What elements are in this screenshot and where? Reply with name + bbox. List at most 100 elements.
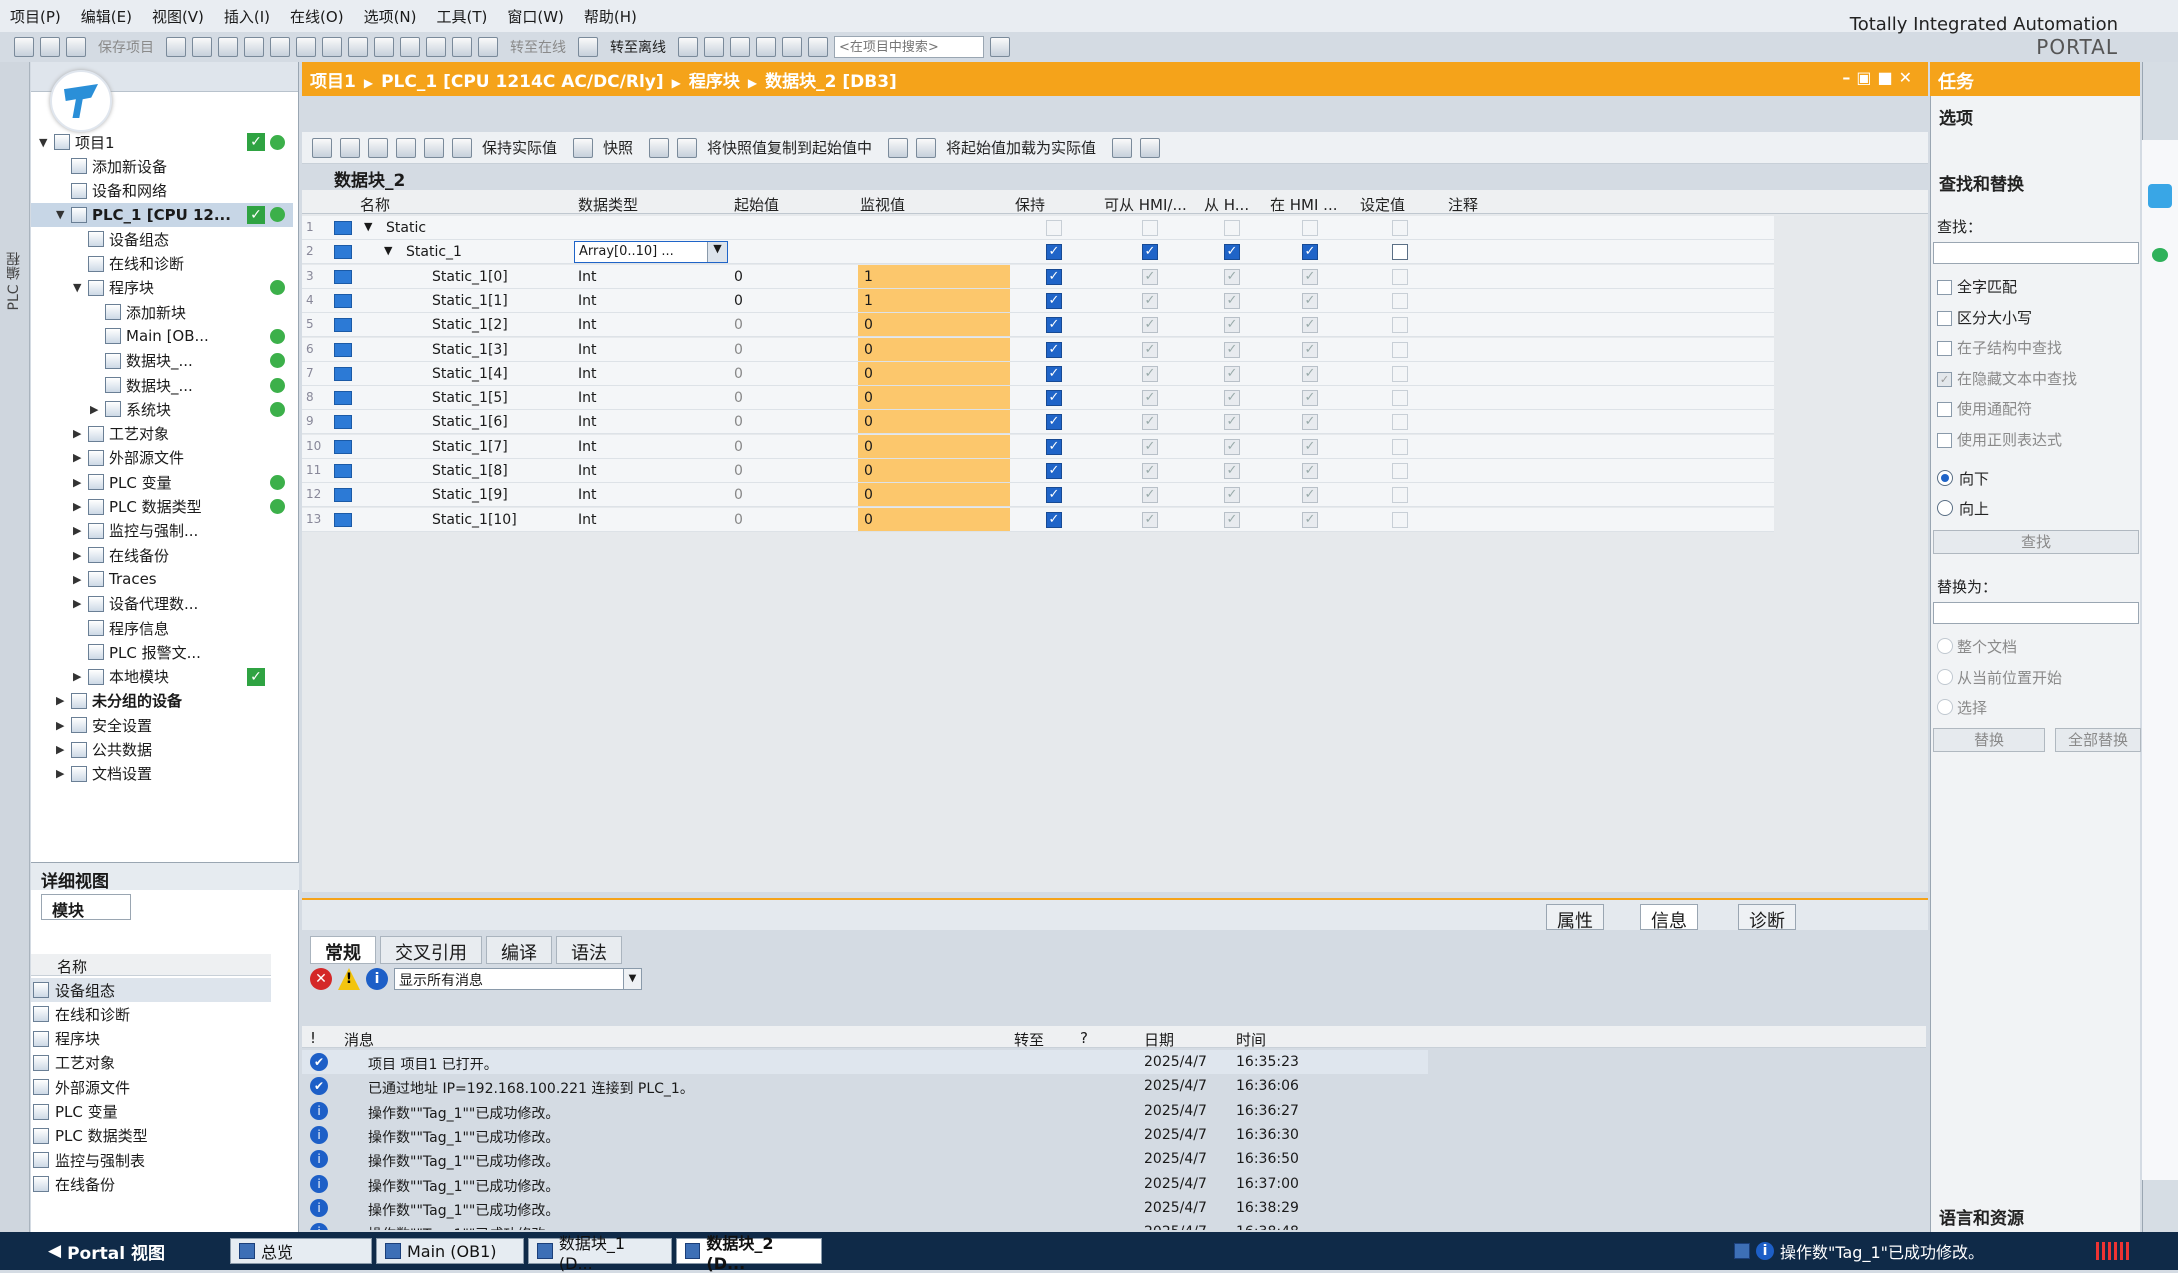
detail-col-name[interactable]: 名称	[31, 954, 271, 976]
grid-row[interactable]: 2 ▼ Static_1 ✓ ✓ ✓ ✓	[302, 240, 1774, 265]
element-name[interactable]: Static_1[6]	[432, 414, 508, 430]
project-search-input[interactable]	[834, 36, 984, 58]
element-datatype[interactable]: Int	[578, 439, 597, 455]
tree-item[interactable]: 添加新块	[31, 300, 293, 324]
go-online-icon[interactable]	[478, 37, 498, 57]
inspector-tab[interactable]: 信息	[1640, 904, 1698, 932]
find-option-checkbox[interactable]: ✓	[1937, 371, 1952, 387]
grid-checkbox[interactable]	[1392, 390, 1408, 407]
editor-tab[interactable]: Main (OB1)	[376, 1238, 524, 1264]
add-row-icon[interactable]	[340, 137, 360, 158]
element-name[interactable]: Static_1[3]	[432, 342, 508, 358]
tree-item[interactable]: ▼ PLC_1 [CPU 12... ✓	[31, 202, 293, 227]
element-datatype[interactable]: Int	[578, 366, 597, 382]
menu-item[interactable]: 插入(I)	[224, 6, 270, 27]
load-start-values-button[interactable]: 将起始值加载为实际值	[946, 137, 1096, 158]
simulation-icon[interactable]	[426, 37, 446, 57]
detail-item[interactable]: PLC 变量	[31, 1100, 118, 1124]
cross-icon[interactable]	[756, 37, 776, 57]
expander-icon[interactable]: ▶	[73, 597, 85, 610]
portal-view-button[interactable]: ◀ Portal 视图	[40, 1238, 173, 1264]
element-start-value[interactable]: 0	[734, 269, 743, 285]
plc-programming-label[interactable]: PLC 编程	[4, 252, 24, 310]
message-row[interactable]: i 操作数""Tag_1""已成功修改。 2025/4/7 16:37:00	[302, 1172, 1912, 1196]
grid-column-header[interactable]: 监视值	[860, 194, 905, 215]
grid-checkbox[interactable]: ✓	[1302, 487, 1318, 504]
element-datatype[interactable]: Int	[578, 487, 597, 503]
tree-item[interactable]: ▶ 工艺对象	[31, 422, 293, 446]
tree-item[interactable]: ▶ PLC 数据类型	[31, 495, 293, 519]
grid-checkbox[interactable]: ✓	[1224, 292, 1240, 309]
menu-item[interactable]: 帮助(H)	[584, 6, 637, 27]
find-option-checkbox[interactable]	[1937, 310, 1952, 326]
expander-icon[interactable]: ▶	[73, 476, 85, 489]
grid-checkbox[interactable]	[1392, 438, 1408, 455]
element-datatype[interactable]: Int	[578, 342, 597, 358]
element-name[interactable]: Static_1[1]	[432, 293, 508, 309]
grid-checkbox[interactable]: ✓	[1224, 365, 1240, 382]
go-offline-icon[interactable]	[578, 37, 598, 57]
tree-item[interactable]: 数据块_...	[31, 373, 293, 397]
grid-checkbox[interactable]: ✓	[1142, 244, 1158, 261]
grid-checkbox[interactable]: ✓	[1046, 292, 1062, 309]
element-name[interactable]: Static_1[9]	[432, 487, 508, 503]
grid-column-header[interactable]: 起始值	[734, 194, 779, 215]
replace-all-button[interactable]: 全部替换	[2055, 728, 2141, 752]
save-icon[interactable]	[66, 37, 86, 57]
chevron-down-icon[interactable]: ▼	[707, 242, 727, 262]
inspector-tab[interactable]: 诊断	[1738, 904, 1796, 932]
language-resources-title[interactable]: 语言和资源	[1939, 1204, 2024, 1229]
element-name[interactable]: Static_1[0]	[432, 269, 508, 285]
grid-checkbox[interactable]: ✓	[1224, 414, 1240, 431]
grid-column-header[interactable]: 可从 HMI/...	[1104, 194, 1187, 215]
editor-tab[interactable]: 总览	[230, 1238, 372, 1264]
grid-column-header[interactable]: 注释	[1448, 194, 1478, 215]
menu-item[interactable]: 视图(V)	[152, 6, 204, 27]
chat-icon[interactable]	[2152, 248, 2168, 262]
menu-item[interactable]: 项目(P)	[10, 6, 61, 27]
tree-item[interactable]: 在线和诊断	[31, 252, 293, 276]
keep-actual-values-button[interactable]: 保持实际值	[482, 137, 557, 158]
element-start-value[interactable]: 0	[734, 487, 743, 503]
grid-checkbox[interactable]	[1392, 414, 1408, 431]
paste-icon[interactable]	[244, 37, 264, 57]
grid-checkbox[interactable]: ✓	[1302, 390, 1318, 407]
element-name[interactable]: Static_1[10]	[432, 512, 517, 528]
stop-cpu-icon[interactable]	[730, 37, 750, 57]
grid-column-header[interactable]: 设定值	[1360, 194, 1405, 215]
detail-item[interactable]: 监控与强制表	[31, 1148, 145, 1172]
inspector-subtab[interactable]: 交叉引用	[380, 936, 482, 964]
grid-checkbox[interactable]	[1392, 292, 1408, 309]
replace-input[interactable]	[1933, 602, 2139, 624]
grid-checkbox[interactable]: ✓	[1046, 244, 1062, 261]
grid-checkbox[interactable]: ✓	[1224, 463, 1240, 479]
grid-checkbox[interactable]	[1392, 317, 1408, 334]
detail-item[interactable]: 程序块	[31, 1027, 100, 1051]
message-filter-select[interactable]: 显示所有消息 ▼	[394, 968, 642, 990]
expander-icon[interactable]: ▶	[73, 549, 85, 562]
tree-item[interactable]: Main [OB...	[31, 324, 293, 348]
grid-checkbox[interactable]	[1392, 511, 1408, 528]
grid-checkbox[interactable]: ✓	[1046, 365, 1062, 382]
tree-item[interactable]: ▶ 在线备份	[31, 543, 293, 567]
snapshot-button[interactable]: 快照	[603, 137, 633, 158]
inspector-tab[interactable]: 属性	[1546, 904, 1604, 932]
find-option-checkbox[interactable]	[1937, 341, 1952, 356]
grid-checkbox[interactable]: ✓	[1302, 292, 1318, 309]
collapse-all-icon[interactable]	[396, 137, 416, 158]
grid-checkbox[interactable]: ✓	[1142, 414, 1158, 431]
detail-item[interactable]: 设备组态	[31, 978, 271, 1002]
element-name[interactable]: Static_1[8]	[432, 463, 508, 479]
grid-row[interactable]: 9 Static_1[6] Int 0 0 ✓ ✓ ✓ ✓	[302, 410, 1774, 435]
breadcrumb-item[interactable]: 项目1	[310, 72, 356, 92]
delete-icon[interactable]	[270, 37, 290, 57]
tree-item[interactable]: 数据块_...	[31, 349, 293, 373]
grid-row[interactable]: 3 Static_1[0] Int 0 1 ✓ ✓ ✓ ✓	[302, 264, 1774, 289]
breadcrumb-item[interactable]: 数据块_2 [DB3]	[765, 72, 897, 92]
tree-item[interactable]: ▶ 本地模块 ✓	[31, 665, 293, 689]
breadcrumb-item[interactable]: PLC_1 [CPU 1214C AC/DC/Rly]	[381, 72, 664, 92]
download-icon[interactable]	[374, 37, 394, 57]
copy-snapshot-button[interactable]: 将快照值复制到起始值中	[707, 137, 872, 158]
editor-tab[interactable]: 数据块_2 (D...	[676, 1234, 822, 1273]
element-name[interactable]: Static_1[4]	[432, 366, 508, 382]
